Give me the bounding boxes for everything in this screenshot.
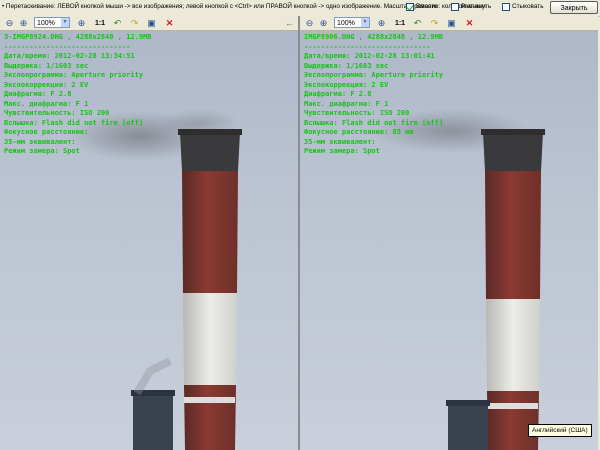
exif-focal: Фокусное расстояние: (4, 128, 89, 136)
exif-program: Экспопрограмма: Aperture priority (304, 71, 444, 79)
rotate-left-icon[interactable]: ↶ (112, 18, 123, 29)
zoom-out-icon[interactable]: ⊖ (304, 18, 315, 29)
close-icon[interactable]: ✕ (164, 18, 175, 29)
exif-metering: Режим замера: Spot (4, 147, 80, 155)
one-to-one-button[interactable]: 1:1 (393, 18, 407, 29)
top-bar: • Перетаскивание: ЛЕВОЙ кнопкой мыши -> … (0, 0, 600, 17)
close-icon[interactable]: ✕ (464, 18, 475, 29)
exif-compensation: Экспокоррекция: 2 EV (304, 80, 389, 89)
exif-exposure: Выдержка: 1/1603 sec (304, 61, 389, 70)
exif-focal35: 35-мм эквивалент: (304, 137, 376, 146)
sync-checkbox[interactable] (406, 3, 414, 11)
one-to-one-button[interactable]: 1:1 (93, 18, 107, 29)
arrow-left-icon[interactable]: ← (284, 18, 295, 29)
zoom-out-icon[interactable]: ⊖ (4, 18, 15, 29)
fit-zoom-icon[interactable]: ⊕ (376, 18, 387, 29)
exif-aperture: Диафрагма: F 2.8 (4, 90, 72, 98)
close-button[interactable]: Закрыть (550, 1, 598, 14)
exif-aperture: Диафрагма: F 2.8 (304, 90, 372, 98)
left-zoom-select[interactable]: 100% ▼ (34, 17, 70, 28)
exif-date: Дата/время: 2012-02-28 13:34:51 (4, 52, 135, 60)
file-info: IMGP8906.DNG , 4288x2848 , 12.9MB (304, 33, 444, 41)
left-exif-info: 3-IMGP8924.DNG , 4288x2848 , 12.9MB -----… (4, 33, 152, 157)
separator: ------------------------------ (304, 42, 431, 51)
language-tooltip: Английский (США) (528, 424, 592, 437)
stack-checkbox[interactable] (502, 3, 510, 11)
exif-focal35: 35-мм эквивалент: (4, 137, 76, 146)
exif-iso: Чувствительность: ISO 200 (4, 109, 110, 117)
exif-date: Дата/время: 2012-02-28 13:01:41 (304, 52, 435, 60)
fit-zoom-icon[interactable]: ⊕ (76, 18, 87, 29)
sync-label: Вместе (416, 3, 438, 10)
separator: ------------------------------ (4, 42, 131, 51)
exif-compensation: Экспокоррекция: 2 EV (4, 80, 89, 89)
rotate-right-icon[interactable]: ↷ (429, 18, 440, 29)
stretch-label: Растянуть (461, 3, 492, 10)
right-image-pane[interactable]: ⊖ ⊕ 100% ▼ ⊕ 1:1 ↶ ↷ ▣ ✕ IMGP8906.DNG , 4… (300, 16, 598, 450)
left-toolbar: ⊖ ⊕ 100% ▼ ⊕ 1:1 ↶ ↷ ▣ ✕ ← (0, 16, 298, 31)
exif-focal: Фокусное расстояние: 85 mm (304, 128, 414, 136)
zoom-in-icon[interactable]: ⊕ (18, 18, 29, 29)
file-info: 3-IMGP8924.DNG , 4288x2848 , 12.9MB (4, 33, 152, 41)
exif-flash: Вспышка: Flash did not fire [off] (4, 118, 144, 127)
right-zoom-select[interactable]: 100% ▼ (334, 17, 370, 28)
exif-max-aperture: Макс. диафрагма: F 1 (4, 99, 89, 108)
right-toolbar: ⊖ ⊕ 100% ▼ ⊕ 1:1 ↶ ↷ ▣ ✕ (300, 16, 598, 31)
exif-exposure: Выдержка: 1/1603 sec (4, 61, 89, 70)
save-icon[interactable]: ▣ (146, 18, 157, 29)
stack-label: Стыковать (512, 3, 544, 10)
stretch-checkbox[interactable] (451, 3, 459, 11)
rotate-right-icon[interactable]: ↷ (129, 18, 140, 29)
save-icon[interactable]: ▣ (446, 18, 457, 29)
exif-iso: Чувствительность: ISO 200 (304, 109, 410, 117)
right-exif-info: IMGP8906.DNG , 4288x2848 , 12.9MB -------… (304, 33, 443, 157)
exif-metering: Режим замера: Spot (304, 147, 380, 155)
exif-max-aperture: Макс. диафрагма: F 1 (304, 99, 389, 108)
left-image-pane[interactable]: ⊖ ⊕ 100% ▼ ⊕ 1:1 ↶ ↷ ▣ ✕ ← 3-IMGP8924.DNG… (0, 16, 298, 450)
zoom-in-icon[interactable]: ⊕ (318, 18, 329, 29)
exif-program: Экспопрограмма: Aperture priority (4, 71, 144, 79)
exif-flash: Вспышка: Flash did not fire [off] (304, 118, 444, 127)
rotate-left-icon[interactable]: ↶ (412, 18, 423, 29)
